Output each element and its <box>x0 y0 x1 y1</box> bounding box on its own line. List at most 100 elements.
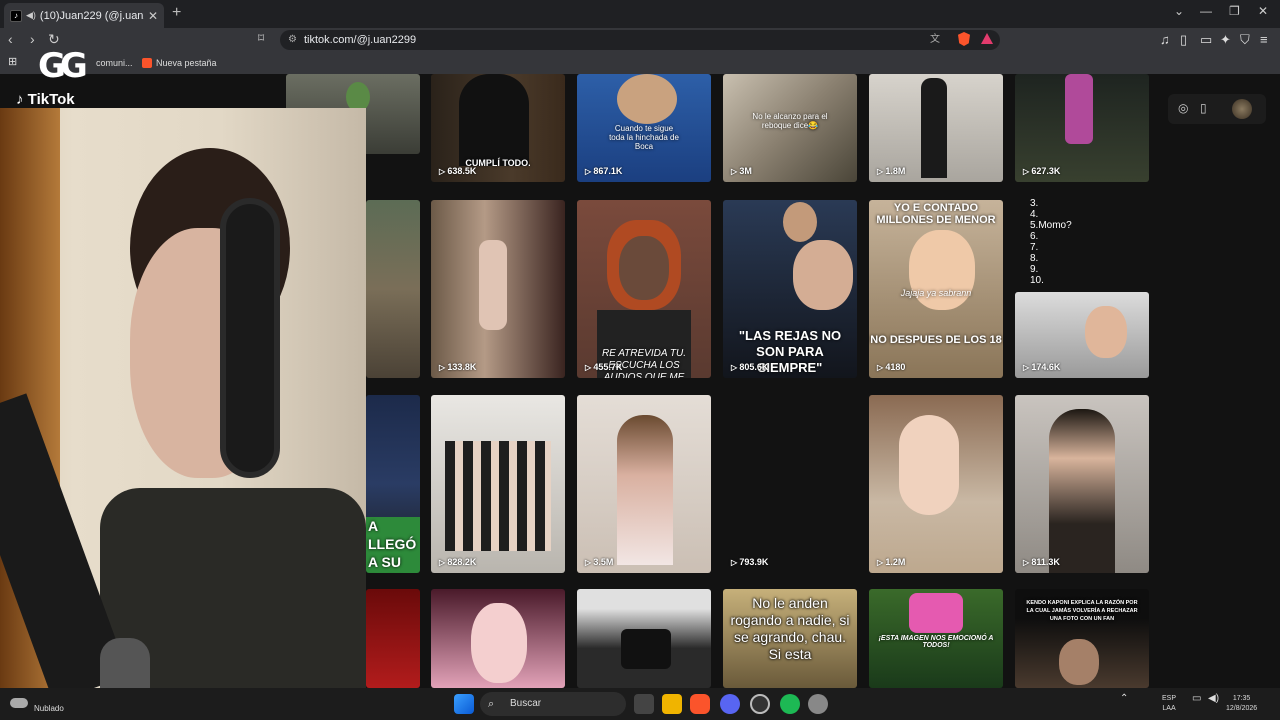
minimize-button[interactable]: — <box>1200 4 1212 18</box>
address-bar[interactable]: ⚙ tiktok.com/@j.uan2299 文 <box>280 30 1000 50</box>
bookmark-item-nueva-pestana[interactable]: Nueva pestaña <box>142 58 217 68</box>
translate-icon[interactable]: 文 <box>930 30 940 50</box>
video-thumb[interactable]: 828.2K <box>431 395 565 573</box>
ranking-item: 4. <box>1030 209 1039 220</box>
sidebar-icon[interactable]: ▯ <box>1180 32 1187 48</box>
compass-icon[interactable]: ◎ <box>1178 101 1188 115</box>
tray-chevron-icon[interactable]: ⌃ <box>1120 694 1128 704</box>
video-thumb[interactable]: KENDO KAPONI EXPLICA LA RAZÓN POR LA CUA… <box>1015 589 1149 688</box>
brave-rewards-icon[interactable] <box>981 33 993 44</box>
tab-search-icon[interactable]: ⌄ <box>1174 4 1184 18</box>
video-thumb[interactable]: RE ATREVIDA TU. ESCUCHA LOS AUDIOS QUE M… <box>577 200 711 378</box>
video-caption-sub: Jajaja ya sabrann <box>900 288 972 298</box>
thumb-figure <box>617 415 673 565</box>
video-thumb[interactable]: Cuando te sigue toda la hinchada de Boca… <box>577 74 711 182</box>
ranking-item: 9. <box>1030 264 1039 275</box>
view-count: 793.9K <box>731 557 768 567</box>
video-thumb[interactable]: ¡ESTA IMAGEN NOS EMOCIONÓ A TODOS! <box>869 589 1003 688</box>
video-thumb[interactable]: 627.3K <box>1015 74 1149 182</box>
media-icon[interactable]: ♫ <box>1160 32 1170 47</box>
video-thumb[interactable] <box>366 200 420 378</box>
video-thumb[interactable]: 1.8M <box>869 74 1003 182</box>
view-count: 174.6K <box>1023 362 1060 372</box>
weather-label[interactable]: Nublado <box>34 704 64 713</box>
video-caption: YO E CONTADO MILLONES DE MENOR <box>876 202 996 226</box>
view-count: 627.3K <box>1023 166 1060 176</box>
bookmark-item-comunidad[interactable]: comuni... <box>96 58 133 68</box>
device-icon[interactable]: ▯ <box>1200 101 1207 115</box>
close-window-button[interactable]: ✕ <box>1258 4 1268 18</box>
wallet-icon[interactable]: ▭ <box>1200 32 1212 48</box>
obs-icon[interactable] <box>750 694 770 714</box>
video-thumb[interactable]: 793.9K <box>723 395 857 573</box>
browser-tab[interactable]: ♪ ◀) (10)Juan229 (@j.uan2299) | T ✕ <box>4 3 164 28</box>
bookmark-icon[interactable]: ⌑ <box>258 31 264 45</box>
video-caption: KENDO KAPONI EXPLICA LA RAZÓN POR LA CUA… <box>1026 600 1138 622</box>
menu-icon[interactable]: ≡ <box>1260 32 1268 47</box>
volume-icon[interactable]: ◀) <box>1208 694 1219 704</box>
thumb-figure <box>1065 74 1093 144</box>
avatar[interactable] <box>1232 99 1252 119</box>
brave-browser-icon[interactable] <box>690 694 710 714</box>
video-thumb[interactable]: 811.3K <box>1015 395 1149 573</box>
tiktok-top-actions: ◎ ▯ <box>1168 94 1266 124</box>
spotify-icon[interactable] <box>780 694 800 714</box>
video-thumb[interactable] <box>431 589 565 688</box>
ranking-item: 6. <box>1030 231 1039 242</box>
leo-ai-icon[interactable]: ✦ <box>1220 32 1231 48</box>
tiktok-logo: ♪ TikTok <box>16 91 75 108</box>
view-count: 867.1K <box>585 166 622 176</box>
vpn-icon[interactable]: ⛉ <box>1240 32 1250 48</box>
video-thumb[interactable]: CUMPLÍ TODO. 638.5K <box>431 74 565 182</box>
view-count: 3.5M <box>585 557 613 567</box>
view-count: 455.7K <box>585 362 622 372</box>
maximize-button[interactable]: ❐ <box>1229 4 1240 18</box>
thumb-figure <box>1049 409 1115 573</box>
video-thumb[interactable]: 174.6K <box>1015 292 1149 378</box>
thumb-face <box>783 202 817 242</box>
video-thumb[interactable]: 1.2M <box>869 395 1003 573</box>
thumb-face <box>1059 639 1099 685</box>
video-thumb[interactable]: YO E CONTADO MILLONES DE MENOR Jajaja ya… <box>869 200 1003 378</box>
thumb-face <box>617 74 677 124</box>
apps-icon[interactable]: ⊞ <box>8 55 17 68</box>
site-info-icon[interactable]: ⚙ <box>288 30 297 50</box>
clock[interactable]: 17:35 12/8/2026 <box>1226 694 1257 714</box>
video-thumb[interactable]: No le anden rogando a nadie, si se agran… <box>723 589 857 688</box>
thumb-figure <box>921 78 947 178</box>
forward-icon[interactable]: › <box>30 31 35 47</box>
file-explorer-icon[interactable] <box>662 694 682 714</box>
search-placeholder: Buscar <box>510 698 542 709</box>
discord-icon[interactable] <box>720 694 740 714</box>
video-thumb[interactable]: No le alcanzo para el reboque dice😂 3M <box>723 74 857 182</box>
task-view-icon[interactable] <box>634 694 654 714</box>
network-icon[interactable]: ▭ <box>1192 694 1201 704</box>
webcam-overlay <box>0 108 366 703</box>
video-caption: No le anden rogando a nadie, si se agran… <box>730 595 850 662</box>
close-tab-icon[interactable]: ✕ <box>148 9 158 23</box>
speaker-icon[interactable]: ◀) <box>26 10 36 21</box>
thumb-figure <box>899 415 959 515</box>
language-indicator[interactable]: ESP LAA <box>1162 694 1176 714</box>
new-tab-button[interactable]: + <box>172 4 181 22</box>
video-thumb[interactable]: 3.5M <box>577 395 711 573</box>
start-icon[interactable] <box>454 694 474 714</box>
video-thumb[interactable] <box>577 589 711 688</box>
tiktok-favicon-icon: ♪ <box>10 9 22 22</box>
brave-icon <box>142 58 152 68</box>
video-caption-bottom: NO DESPUES DE LOS 18 <box>870 334 1002 346</box>
back-icon[interactable]: ‹ <box>8 31 13 47</box>
video-thumb[interactable] <box>366 589 420 688</box>
taskbar-search[interactable]: ⌕ Buscar <box>480 692 626 716</box>
view-count: 828.2K <box>439 557 476 567</box>
url-text: tiktok.com/@j.uan2299 <box>304 34 417 46</box>
settings-icon[interactable] <box>808 694 828 714</box>
video-thumb[interactable]: "LAS REJAS NO SON PARA SIEMPRE" 805.6K <box>723 200 857 378</box>
view-count: 638.5K <box>439 166 476 176</box>
video-thumb[interactable]: 133.8K <box>431 200 565 378</box>
tiktok-note-icon: ♪ <box>16 91 24 108</box>
video-thumb[interactable]: A LLEGÓ A SU PAPA <box>366 395 420 573</box>
thumb-face <box>909 230 975 310</box>
view-count: 1.8M <box>877 166 905 176</box>
thumb-figure <box>479 240 507 330</box>
